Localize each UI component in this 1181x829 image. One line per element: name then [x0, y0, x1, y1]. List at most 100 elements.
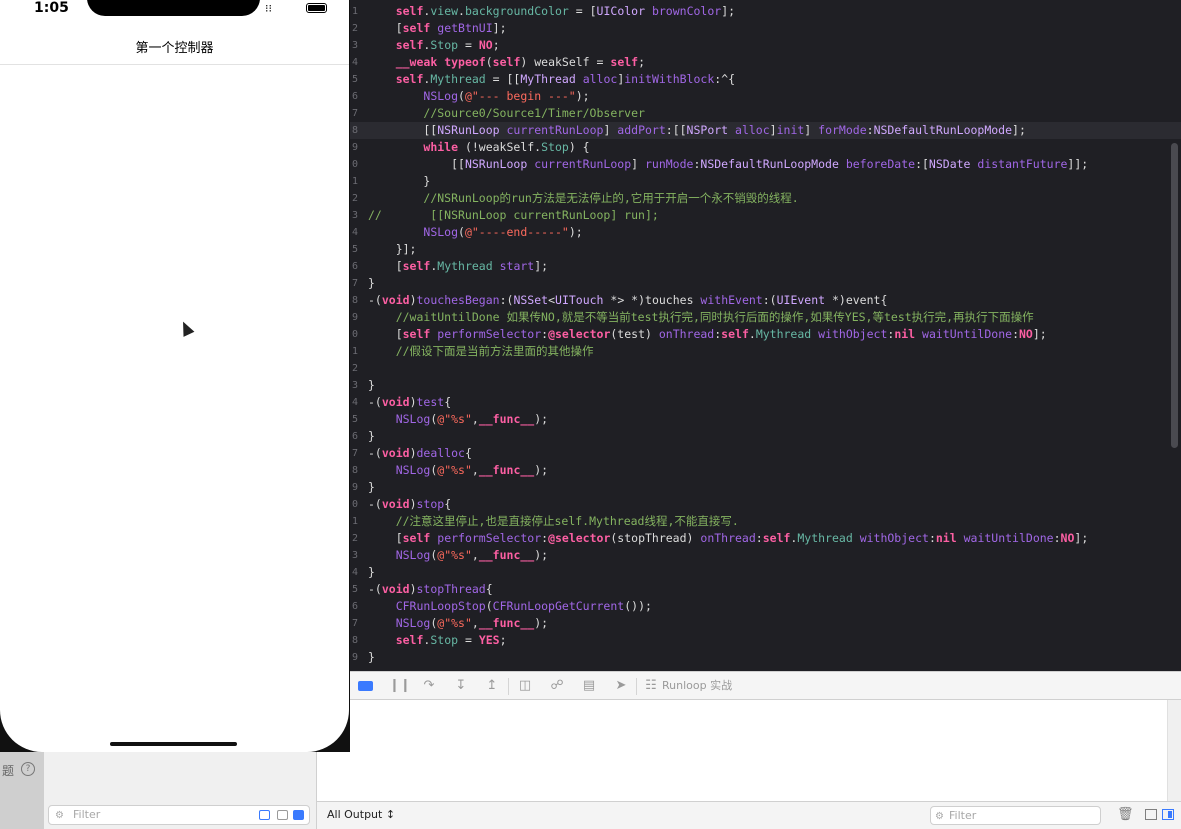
code-editor[interactable]: 1 self.view.backgroundColor = [UIColor b…: [350, 0, 1181, 671]
code-line[interactable]: 2 [self getBtnUI];: [350, 20, 1181, 37]
line-number: 0: [351, 499, 358, 510]
code-line[interactable]: 6 NSLog(@"--- begin ---");: [350, 88, 1181, 105]
code-token: dealloc: [416, 446, 465, 460]
code-line[interactable]: 3 NSLog(@"%s",__func__);: [350, 547, 1181, 564]
code-token: void: [381, 293, 410, 307]
output-selector[interactable]: All Output ↕: [327, 808, 395, 821]
code-line[interactable]: 9}: [350, 479, 1181, 496]
code-line[interactable]: 8 [[NSRunLoop currentRunLoop] addPort:[[…: [350, 122, 1181, 139]
code-text: //waitUntilDone 如果传NO,就是不等当前test执行完,同时执行…: [368, 309, 1034, 326]
code-text: NSLog(@"%s",__func__);: [368, 462, 548, 479]
code-token: UITouch: [555, 293, 604, 307]
code-token: self: [492, 55, 521, 69]
code-line[interactable]: 0 [[NSRunLoop currentRunLoop] runMode:NS…: [350, 156, 1181, 173]
step-into-icon[interactable]: ↧: [453, 678, 469, 694]
filter-recent-icon[interactable]: [259, 810, 270, 820]
location-icon[interactable]: ➤: [613, 678, 629, 694]
step-over-icon[interactable]: ↷: [421, 678, 437, 694]
debug-console[interactable]: [317, 700, 1167, 801]
code-line[interactable]: 9 while (!weakSelf.Stop) {: [350, 139, 1181, 156]
code-token: nil: [894, 327, 916, 341]
code-line[interactable]: 5 }];: [350, 241, 1181, 258]
code-line[interactable]: 8 NSLog(@"%s",__func__);: [350, 462, 1181, 479]
code-token: start: [499, 259, 535, 273]
code-line[interactable]: 3}: [350, 377, 1181, 394]
editor-scrollbar[interactable]: [1171, 143, 1178, 448]
line-number: 6: [351, 261, 358, 272]
code-line[interactable]: 5 NSLog(@"%s",__func__);: [350, 411, 1181, 428]
code-token: __func__: [478, 616, 535, 630]
code-line[interactable]: 7 NSLog(@"%s",__func__);: [350, 615, 1181, 632]
line-number: 7: [351, 108, 358, 119]
show-console-view-icon[interactable]: [1162, 809, 1174, 820]
code-line[interactable]: 7 -(void)dealloc{: [350, 445, 1181, 462]
code-token: Mythread: [430, 72, 486, 86]
breakpoints-icon[interactable]: [358, 681, 373, 691]
code-token: @selector: [548, 531, 611, 545]
phone-notch: [87, 0, 260, 16]
code-line[interactable]: 8 -(void)touchesBegan:(NSSet<UITouch *> *…: [350, 292, 1181, 309]
phone-screen[interactable]: 1:05 ⁝⁝ 第一个控制器: [0, 0, 349, 752]
show-variables-view-icon[interactable]: [1145, 809, 1157, 820]
view-debugger-icon[interactable]: ◫: [517, 678, 533, 694]
line-number: 6: [351, 431, 358, 442]
code-line[interactable]: 4 __weak typeof(self) weakSelf = self;: [350, 54, 1181, 71]
code-line[interactable]: 1 //假设下面是当前方法里面的其他操作: [350, 343, 1181, 360]
step-out-icon[interactable]: ↥: [484, 678, 500, 694]
code-token: forMode: [818, 123, 867, 137]
home-indicator[interactable]: [110, 742, 237, 746]
navigator-filter-input[interactable]: ⚙ Filter: [48, 805, 310, 825]
line-number: 6: [351, 91, 358, 102]
filter-scope-icon[interactable]: [277, 810, 288, 820]
code-line[interactable]: 8 self.Stop = YES;: [350, 632, 1181, 649]
code-line[interactable]: 5 -(void)stopThread{: [350, 581, 1181, 598]
line-number: 8: [351, 295, 358, 306]
code-line[interactable]: 1 //注意这里停止,也是直接停止self.Mythread线程,不能直接写.: [350, 513, 1181, 530]
code-line[interactable]: 7}: [350, 275, 1181, 292]
code-token: touchesBegan: [416, 293, 500, 307]
help-icon[interactable]: ?: [21, 762, 35, 776]
code-line[interactable]: 9 //waitUntilDone 如果传NO,就是不等当前test执行完,同时…: [350, 309, 1181, 326]
code-line[interactable]: 2 //NSRunLoop的run方法是无法停止的,它用于开启一个永不销毁的线程…: [350, 190, 1181, 207]
code-text: -(void)touchesBegan:(NSSet<UITouch *> *)…: [368, 292, 887, 309]
console-filter-placeholder: Filter: [949, 809, 977, 822]
console-scrollbar[interactable]: [1167, 700, 1181, 801]
code-line[interactable]: 6}: [350, 428, 1181, 445]
code-token: [[: [368, 123, 438, 137]
code-line[interactable]: 3 self.Stop = NO;: [350, 37, 1181, 54]
code-token: withObject: [818, 327, 888, 341]
code-line[interactable]: 4 NSLog(@"----end-----");: [350, 224, 1181, 241]
code-line[interactable]: 3 // [[NSRunLoop currentRunLoop] run];: [350, 207, 1181, 224]
code-line[interactable]: 6 [self.Mythread start];: [350, 258, 1181, 275]
code-line[interactable]: 4 -(void)test{: [350, 394, 1181, 411]
code-line[interactable]: 0 [self performSelector:@selector(test) …: [350, 326, 1181, 343]
code-area[interactable]: 1 self.view.backgroundColor = [UIColor b…: [350, 3, 1181, 666]
code-token: Mythread: [755, 327, 812, 341]
code-token: = [[: [485, 72, 521, 86]
memory-graph-icon[interactable]: ☍: [549, 678, 565, 694]
code-line[interactable]: 1 }: [350, 173, 1181, 190]
environment-icon[interactable]: ▤: [581, 678, 597, 694]
code-token: -(: [368, 446, 382, 460]
code-text: //Source0/Source1/Timer/Observer: [368, 105, 645, 122]
code-line[interactable]: 9}: [350, 649, 1181, 666]
code-token: NO: [1019, 327, 1033, 341]
code-line[interactable]: 1 self.view.backgroundColor = [UIColor b…: [350, 3, 1181, 20]
code-token: =: [458, 633, 479, 647]
code-text: NSLog(@"%s",__func__);: [368, 411, 548, 428]
console-filter-input[interactable]: ⚙ Filter: [930, 806, 1101, 825]
code-line[interactable]: 7 //Source0/Source1/Timer/Observer: [350, 105, 1181, 122]
code-line[interactable]: 5 self.Mythread = [[MyThread alloc]initW…: [350, 71, 1181, 88]
code-line[interactable]: 6 CFRunLoopStop(CFRunLoopGetCurrent());: [350, 598, 1181, 615]
filter-type-icon[interactable]: [293, 810, 304, 820]
code-line[interactable]: 2 [self performSelector:@selector(stopTh…: [350, 530, 1181, 547]
trash-icon[interactable]: 🗑: [1117, 807, 1134, 822]
pause-icon[interactable]: ❙❙: [389, 678, 411, 694]
code-line[interactable]: 0 -(void)stop{: [350, 496, 1181, 513]
code-line[interactable]: 4}: [350, 564, 1181, 581]
code-line[interactable]: 2: [350, 360, 1181, 377]
debug-target-label[interactable]: Runloop 实战: [662, 678, 732, 694]
code-token: (: [458, 89, 465, 103]
code-token: UIEvent: [776, 293, 826, 307]
